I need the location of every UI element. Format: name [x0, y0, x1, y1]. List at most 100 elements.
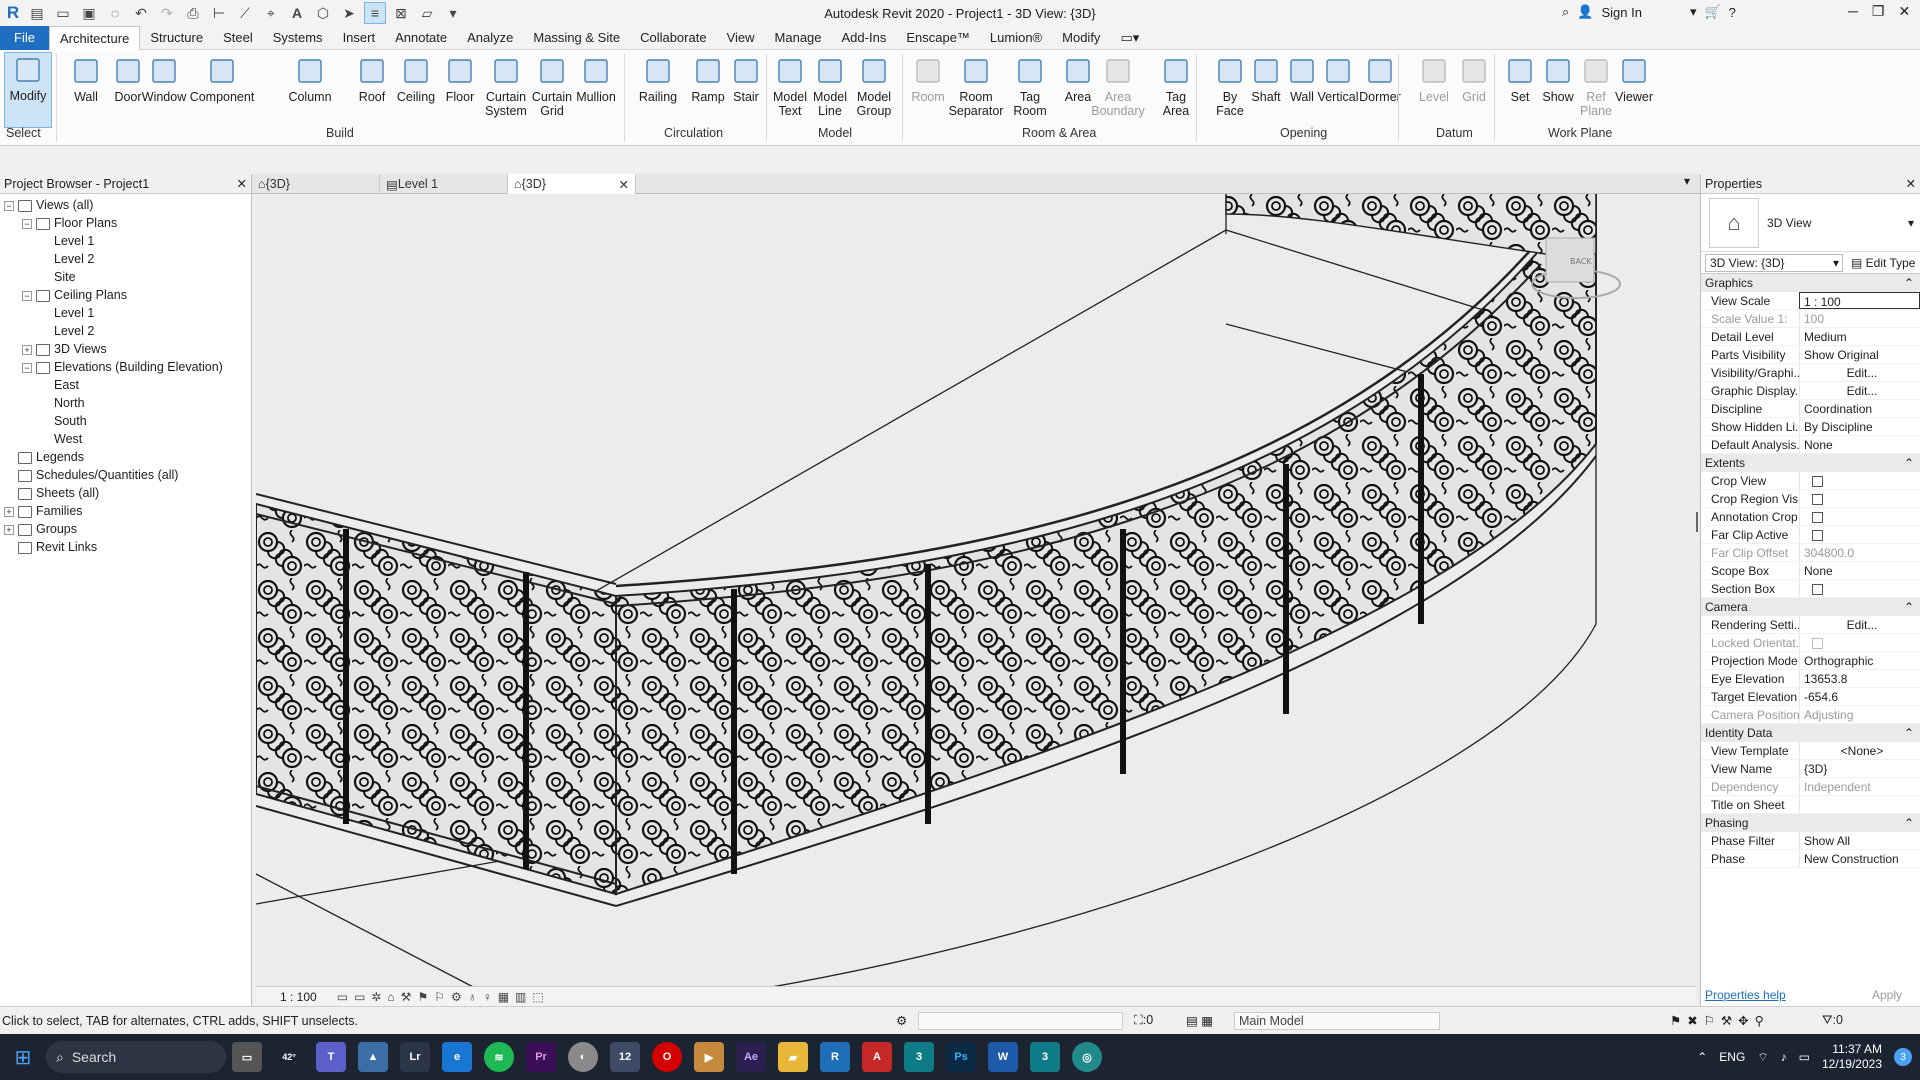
property-checkbox[interactable]: [1799, 634, 1920, 651]
tree-item[interactable]: Schedules/Quantities (all): [0, 466, 251, 484]
save-icon[interactable]: ▣: [78, 2, 100, 24]
property-section-header[interactable]: Phasing ⌃: [1701, 814, 1920, 832]
select-panel-dropdown[interactable]: Select: [6, 126, 41, 140]
tree-item[interactable]: + Groups: [0, 520, 251, 538]
ribbon-model-line-button[interactable]: Model Line: [808, 54, 852, 118]
wifi-icon[interactable]: ⌔: [1757, 1050, 1768, 1065]
worksets-icon[interactable]: ⚙: [896, 1013, 907, 1028]
tree-item[interactable]: Site: [0, 268, 251, 286]
type-selector[interactable]: ⌂ 3D View ▾: [1701, 194, 1920, 252]
task-view-icon[interactable]: ▭: [232, 1042, 262, 1072]
3d-viewport[interactable]: BACK: [256, 194, 1700, 1006]
property-value[interactable]: By Discipline: [1799, 418, 1920, 435]
start-icon[interactable]: ⊞: [0, 1034, 46, 1080]
tree-item[interactable]: North: [0, 394, 251, 412]
clock[interactable]: 11:37 AM 12/19/2023: [1822, 1042, 1882, 1072]
notification-badge[interactable]: 3: [1894, 1048, 1912, 1066]
property-edit-button[interactable]: Edit...: [1799, 382, 1920, 399]
ribbon-stair-button[interactable]: Stair: [724, 54, 768, 104]
checkbox[interactable]: [1812, 494, 1823, 506]
tag-icon[interactable]: ⌖: [260, 2, 282, 24]
ribbon-tag-area-button[interactable]: Tag Area: [1154, 54, 1198, 118]
revit-logo-icon[interactable]: R: [0, 0, 26, 26]
help-icon[interactable]: ?: [1729, 5, 1736, 20]
property-section-header[interactable]: Camera ⌃: [1701, 598, 1920, 616]
tab-file[interactable]: File: [0, 25, 49, 50]
open-icon[interactable]: ▤: [26, 2, 48, 24]
ribbon-wall-button[interactable]: Wall: [64, 54, 108, 104]
file-explorer-icon[interactable]: ▰: [778, 1042, 808, 1072]
ribbon-model-text-button[interactable]: Model Text: [768, 54, 812, 118]
chevron-down-icon[interactable]: ▾: [1908, 216, 1914, 230]
property-value[interactable]: [1799, 796, 1920, 813]
ribbon-tag-room-button[interactable]: Tag Room: [1008, 54, 1052, 118]
main-model-dropdown[interactable]: Main Model: [1234, 1011, 1440, 1030]
after-effects-icon[interactable]: Ae: [736, 1042, 766, 1072]
selection-settings-icons[interactable]: ⚑✖⚐⚒✥⚲: [1670, 1013, 1770, 1028]
ribbon-railing-button[interactable]: Railing: [636, 54, 680, 104]
switch-windows-icon[interactable]: ▱: [416, 2, 438, 24]
property-checkbox[interactable]: [1799, 526, 1920, 543]
tree-item[interactable]: +3D Views: [0, 340, 251, 358]
checkbox[interactable]: [1812, 530, 1823, 542]
property-value[interactable]: New Construction: [1799, 850, 1920, 867]
app-icon[interactable]: ◐: [568, 1042, 598, 1072]
collapse-icon[interactable]: ⌃: [1904, 274, 1914, 292]
tab-steel[interactable]: Steel: [213, 26, 263, 50]
collapse-icon[interactable]: ⌃: [1904, 598, 1914, 616]
property-value[interactable]: None: [1799, 436, 1920, 453]
instance-selector[interactable]: 3D View: {3D} ▾: [1705, 253, 1843, 272]
tab-view[interactable]: View: [717, 26, 765, 50]
close-hidden-windows-icon[interactable]: ⊠: [390, 2, 412, 24]
ribbon-dormer-button[interactable]: Dormer: [1358, 54, 1402, 104]
view-scale-label[interactable]: 1 : 100: [280, 990, 317, 1004]
ribbon-curtain-system-button[interactable]: Curtain System: [484, 54, 528, 118]
sync-icon[interactable]: ◌: [104, 2, 126, 24]
volume-icon[interactable]: ♪: [1781, 1050, 1787, 1064]
ribbon-roof-button[interactable]: Roof: [350, 54, 394, 104]
view-tab[interactable]: ⌂ {3D}: [252, 174, 380, 194]
ribbon-viewer-button[interactable]: Viewer: [1612, 54, 1656, 104]
apply-button[interactable]: Apply: [1860, 988, 1914, 1002]
vertical-scroll-indicator[interactable]: [1696, 512, 1698, 532]
property-value[interactable]: {3D}: [1799, 760, 1920, 777]
word-icon[interactable]: W: [988, 1042, 1018, 1072]
tab-lumion[interactable]: Lumion®: [980, 26, 1052, 50]
spotify-icon[interactable]: ≋: [484, 1042, 514, 1072]
ribbon-modify-button[interactable]: Modify: [4, 52, 52, 128]
tree-item[interactable]: Level 1: [0, 304, 251, 322]
workset-dropdown[interactable]: [918, 1011, 1123, 1030]
tab-insert[interactable]: Insert: [333, 26, 386, 50]
property-value[interactable]: 304800.0: [1799, 544, 1920, 561]
checkbox[interactable]: [1812, 638, 1823, 650]
collapse-icon[interactable]: ⌃: [1904, 814, 1914, 832]
ribbon-component-button[interactable]: Component: [190, 54, 254, 104]
property-checkbox[interactable]: [1799, 472, 1920, 489]
property-value[interactable]: None: [1799, 562, 1920, 579]
chevron-up-icon[interactable]: ⌃: [1697, 1050, 1707, 1064]
ribbon-area-boundary-button[interactable]: Area Boundary: [1091, 54, 1145, 118]
opera-icon[interactable]: O: [652, 1042, 682, 1072]
property-section-header[interactable]: Extents ⌃: [1701, 454, 1920, 472]
tab-manage[interactable]: Manage: [765, 26, 832, 50]
text-icon[interactable]: A: [286, 2, 308, 24]
expand-icon[interactable]: +: [22, 344, 32, 355]
collapse-icon[interactable]: −: [22, 218, 32, 229]
lightroom-icon[interactable]: Lr: [400, 1042, 430, 1072]
property-value[interactable]: Orthographic: [1799, 652, 1920, 669]
checkbox[interactable]: [1812, 584, 1823, 596]
property-value[interactable]: -654.6: [1799, 688, 1920, 705]
tab-architecture[interactable]: Architecture: [48, 25, 141, 50]
sign-in-dropdown-icon[interactable]: ▾: [1690, 4, 1697, 20]
tree-item[interactable]: Sheets (all): [0, 484, 251, 502]
taskbar-search[interactable]: ⌕ Search: [46, 1041, 226, 1073]
tree-item[interactable]: Level 2: [0, 322, 251, 340]
properties-help-link[interactable]: Properties help: [1705, 988, 1786, 1002]
media-icon[interactable]: ▶: [694, 1042, 724, 1072]
tree-item[interactable]: Legends: [0, 448, 251, 466]
redo-icon[interactable]: ↷: [156, 2, 178, 24]
property-value[interactable]: Medium: [1799, 328, 1920, 345]
ribbon-level-button[interactable]: Level: [1412, 54, 1456, 104]
restore-button[interactable]: ❐: [1872, 3, 1885, 20]
expand-icon[interactable]: +: [4, 506, 14, 517]
